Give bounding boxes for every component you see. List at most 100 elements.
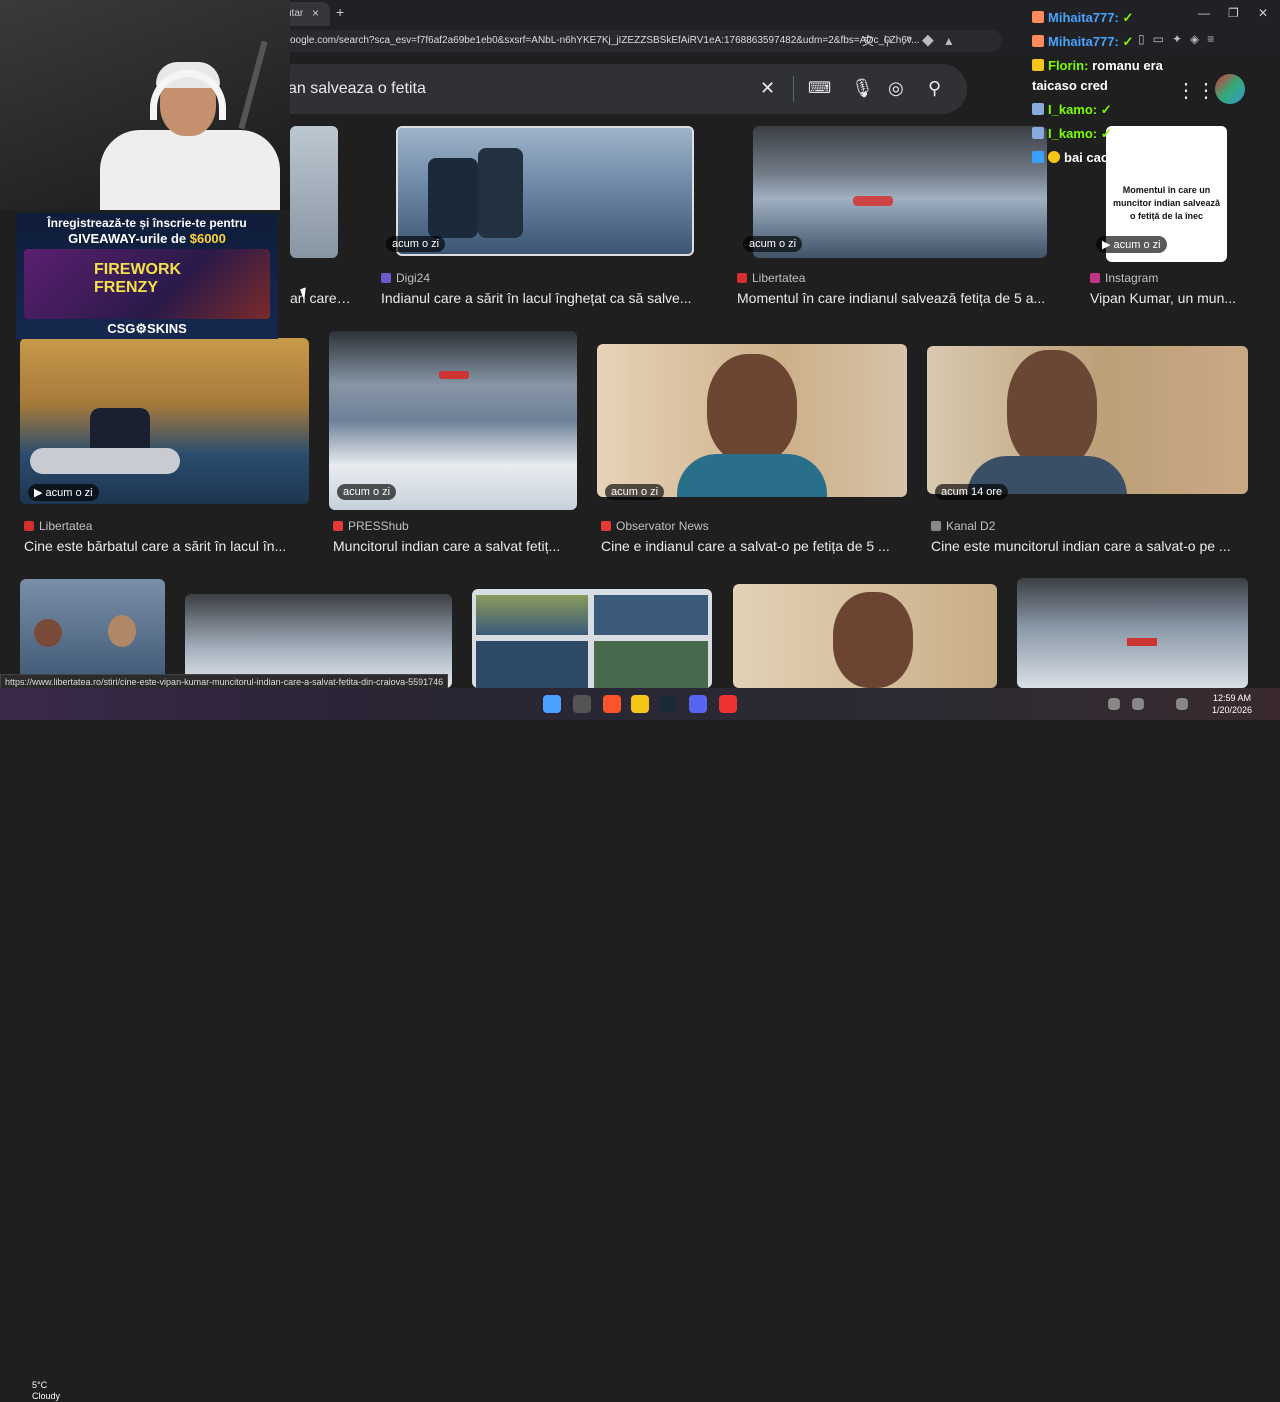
restore-button[interactable]: ❐ [1228, 6, 1239, 20]
network-icon[interactable] [1176, 698, 1188, 710]
menu-icon[interactable]: ≡ [1207, 32, 1222, 46]
emote-icon: ✓ [1122, 34, 1134, 49]
child-figure [439, 371, 469, 379]
app-icon[interactable] [719, 695, 737, 713]
emote-icon: ✓ [1122, 10, 1134, 25]
result-title-1[interactable]: Indianul care a sărit în lacul înghețat … [381, 290, 711, 306]
extensions-icon[interactable]: ✦ [1172, 32, 1190, 46]
shirt-figure [677, 454, 827, 497]
zoom-icon[interactable]: ⚲ [883, 34, 901, 48]
tray-icon[interactable] [1108, 698, 1120, 710]
streamer-body [100, 130, 280, 210]
ad-game-art: FIREWORK FRENZY [24, 249, 270, 319]
result-image-6[interactable] [597, 344, 907, 497]
result-source-1[interactable]: Digi24 [381, 271, 430, 285]
steam-icon[interactable] [659, 695, 677, 713]
brave-shield-icon[interactable]: ◆ [922, 34, 943, 48]
firefighter-figure [428, 158, 478, 238]
ad-headline: Înregistrează-te și înscrie-te pentru [47, 216, 247, 230]
result-source-5[interactable]: PRESShub [333, 519, 409, 533]
share-icon[interactable]: ↗ [901, 34, 922, 48]
observator-icon [601, 521, 611, 531]
sidebar-icon[interactable]: ▯ [1138, 32, 1153, 46]
ad-game-title: FIREWORK FRENZY [94, 261, 182, 296]
volume-icon[interactable] [1132, 698, 1144, 710]
microphone-icon[interactable]: 🎙 [851, 78, 874, 99]
result-image-4[interactable] [20, 338, 309, 504]
vpn-icon[interactable]: ◈ [1190, 32, 1207, 46]
weather-widget[interactable]: 5°C Cloudy [32, 1380, 60, 1402]
time-badge: acum o zi [605, 484, 665, 500]
streamer-webcam [0, 0, 290, 210]
result-source-4[interactable]: Libertatea [24, 519, 92, 533]
result-title-7[interactable]: Cine este muncitorul indian care a salva… [931, 538, 1248, 554]
face-figure [1007, 350, 1097, 470]
windows-taskbar: 5°C Cloudy [0, 688, 1280, 1401]
level-badge-icon [1048, 151, 1060, 163]
face-figure [34, 619, 62, 647]
ad-giveaway: GIVEAWAY-urile de $6000 [68, 231, 226, 246]
clear-icon[interactable]: ✕ [760, 78, 775, 99]
extension-icons[interactable]: ▯▭✦◈≡ [1138, 32, 1222, 46]
result-image-11[interactable] [733, 584, 997, 688]
search-taskbar-icon[interactable] [573, 695, 591, 713]
brave-rewards-icon[interactable]: ▲ [943, 34, 964, 48]
result-image-7[interactable] [927, 346, 1248, 494]
result-image-12[interactable] [1017, 578, 1248, 688]
boat-figure [30, 448, 180, 474]
face-figure [833, 592, 913, 688]
result-source-7[interactable]: Kanal D2 [931, 519, 995, 533]
taskbar-clock[interactable]: 12:59 AM 1/20/2026 [1212, 692, 1252, 716]
libertatea-icon [24, 521, 34, 531]
keyboard-icon[interactable]: ⌨ [808, 78, 831, 98]
minimize-button[interactable]: — [1198, 6, 1210, 20]
chat-message: I_kamo: ✓ [1032, 102, 1112, 118]
search-icon[interactable]: ⚲ [928, 78, 941, 99]
crown-badge-icon [1032, 59, 1044, 71]
result-source-6[interactable]: Observator News [601, 519, 709, 533]
result-title-0[interactable]: an care a ... [290, 290, 354, 306]
brave-icon[interactable] [603, 695, 621, 713]
emote-icon: ✓ [1100, 102, 1112, 117]
result-image-0[interactable] [290, 126, 338, 258]
avatar[interactable] [1215, 74, 1245, 104]
lens-icon[interactable]: ◎ [888, 78, 904, 99]
result-title-2[interactable]: Momentul în care indianul salvează fetiț… [737, 290, 1067, 306]
result-title-6[interactable]: Cine e indianul care a salvat-o pe fetiț… [601, 538, 911, 554]
result-title-3[interactable]: Vipan Kumar, un mun... [1090, 290, 1250, 306]
search-input[interactable]: an salveaza o fetita [288, 80, 426, 98]
result-source-3[interactable]: Instagram [1090, 271, 1158, 285]
video-time-badge: ▶ acum o zi [28, 484, 99, 501]
start-icon[interactable] [543, 695, 561, 713]
csgoskins-logo: CSG⚙SKINS [107, 321, 187, 336]
discord-icon[interactable] [689, 695, 707, 713]
collage-tile [476, 641, 588, 688]
wallet-icon[interactable]: ▭ [1153, 32, 1172, 46]
translate-icon[interactable]: 文 [862, 34, 883, 48]
address-bar-icons[interactable]: 文⚲↗◆▲ [862, 32, 964, 49]
user-badge-icon [1032, 35, 1044, 47]
collage-tile [476, 595, 588, 635]
search-bar[interactable]: an salveaza o fetita ✕ ⌨ 🎙 ◎ ⚲ [250, 64, 967, 114]
instagram-icon [1090, 273, 1100, 283]
user-badge-icon [1032, 11, 1044, 23]
chat-message-continued: taicaso cred [1032, 78, 1108, 93]
new-tab-button[interactable]: + [336, 4, 344, 20]
face-figure [707, 354, 797, 464]
emote-icon: ✓ [1100, 126, 1112, 141]
result-source-2[interactable]: Libertatea [737, 271, 805, 285]
file-explorer-icon[interactable] [631, 695, 649, 713]
result-image-10[interactable] [472, 589, 712, 688]
libertatea-icon [737, 273, 747, 283]
chat-message: Mihaita777: ✓ [1032, 34, 1133, 50]
user-badge-icon [1032, 127, 1044, 139]
url-text: oogle.com/search?sca_esv=f7f6af2a69be1eb… [290, 35, 920, 46]
result-title-4[interactable]: Cine este bărbatul care a sărit în lacul… [24, 538, 309, 554]
close-tab-icon[interactable]: × [312, 6, 319, 20]
time-badge: acum o zi [337, 484, 397, 500]
play-icon: ▶ [1102, 239, 1114, 251]
chat-message: Mihaita777: ✓ [1032, 10, 1133, 26]
window-close-button[interactable]: ✕ [1258, 6, 1268, 20]
result-title-5[interactable]: Muncitorul indian care a salvat fetiț... [333, 538, 577, 554]
result-image-8[interactable] [20, 579, 165, 688]
